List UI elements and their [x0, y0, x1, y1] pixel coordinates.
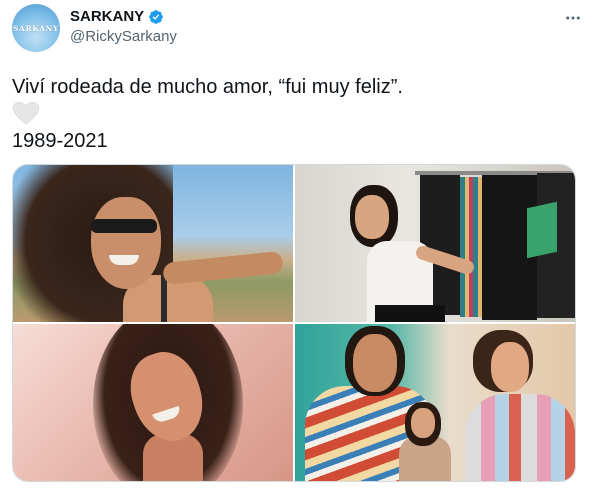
display-name[interactable]: SARKANY	[70, 8, 144, 25]
avatar[interactable]: SARKANY	[12, 4, 60, 52]
photo-closet[interactable]	[295, 165, 575, 322]
tweet-header: SARKANY SARKANY @RickySarkany	[12, 4, 587, 56]
photo-beach-selfie[interactable]	[13, 165, 293, 322]
tweet-text: Viví rodeada de mucho amor, “fui muy fel…	[12, 76, 403, 98]
years-text: 1989-2021	[12, 130, 108, 152]
more-options-icon[interactable]	[561, 6, 585, 30]
white-heart-icon	[12, 101, 40, 125]
photo-pink-selfie[interactable]	[13, 324, 293, 481]
name-row: SARKANY	[70, 8, 164, 25]
media-grid	[12, 164, 576, 482]
photo-mural[interactable]	[295, 324, 575, 481]
avatar-logo-text: SARKANY	[13, 23, 59, 33]
user-handle[interactable]: @RickySarkany	[70, 28, 177, 45]
verified-badge-icon	[149, 9, 164, 24]
